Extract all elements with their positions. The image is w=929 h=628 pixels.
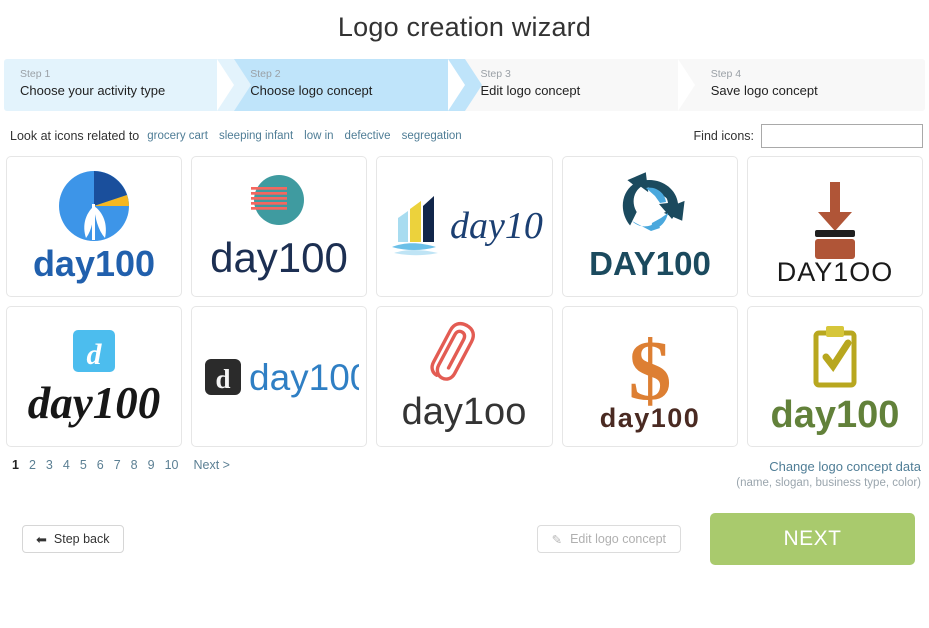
step-back-button[interactable]: ⬅ Step back xyxy=(22,525,124,553)
svg-text:day100: day100 xyxy=(770,394,899,436)
filter-row: Look at icons related to grocery cart sl… xyxy=(10,124,923,148)
edit-logo-concept-button[interactable]: ✎ Edit logo concept xyxy=(536,525,681,553)
search-input[interactable] xyxy=(761,124,923,148)
logo-preview-3: day100 xyxy=(392,195,544,255)
step-title: Save logo concept xyxy=(710,83,818,98)
svg-text:d: d xyxy=(87,338,103,371)
tag-defective[interactable]: defective xyxy=(345,130,391,142)
step-item-2[interactable]: Step 2 Choose logo concept xyxy=(234,59,482,111)
logo-preview-2: day100 xyxy=(210,174,348,281)
step-item-3[interactable]: Step 3 Edit logo concept xyxy=(464,59,712,111)
arrow-left-icon: ⬅ xyxy=(36,531,47,547)
page-10[interactable]: 10 xyxy=(165,458,179,472)
step-item-4[interactable]: Step 4 Save logo concept xyxy=(694,59,925,111)
logo-preview-8: day1oo xyxy=(402,321,527,433)
svg-text:day100: day100 xyxy=(33,243,155,284)
step-progress-bar: Step 1 Choose your activity type Step 2 … xyxy=(4,59,925,111)
step-title: Choose logo concept xyxy=(250,83,373,98)
footer-row: 1 2 3 4 5 6 7 8 9 10 Next > Change logo … xyxy=(12,458,921,491)
step-label: Step 4 xyxy=(710,68,742,80)
step-chevron-icon xyxy=(464,59,482,111)
svg-text:DAY100: DAY100 xyxy=(589,245,711,282)
edit-logo-concept-label: Edit logo concept xyxy=(570,532,666,546)
page-5[interactable]: 5 xyxy=(80,458,87,472)
step-label: Step 3 xyxy=(480,68,511,80)
step-chevron-gap xyxy=(217,59,235,111)
next-page-link[interactable]: Next > xyxy=(193,458,229,472)
svg-text:DAY1OO: DAY1OO xyxy=(777,257,894,286)
logo-tile-1[interactable]: day100 xyxy=(6,156,183,297)
step-label: Step 1 xyxy=(20,68,51,80)
pencil-icon: ✎ xyxy=(551,532,563,547)
tag-list: grocery cart sleeping infant low in defe… xyxy=(147,130,461,142)
svg-text:day100: day100 xyxy=(28,378,160,428)
page-2[interactable]: 2 xyxy=(29,458,36,472)
find-icons-label: Find icons: xyxy=(693,129,754,143)
svg-text:day1oo: day1oo xyxy=(402,391,527,433)
svg-text:d: d xyxy=(216,364,231,394)
filter-label: Look at icons related to xyxy=(10,129,140,143)
logo-preview-6: d day100 xyxy=(28,329,160,428)
step-chevron-icon xyxy=(694,59,712,111)
logo-tile-6[interactable]: d day100 xyxy=(6,306,183,447)
logo-tile-5[interactable]: DAY1OO xyxy=(746,156,923,297)
step-back-label: Step back xyxy=(53,532,110,546)
logo-tile-9[interactable]: $ day100 xyxy=(561,306,738,447)
find-icons-group: Find icons: xyxy=(694,124,923,148)
logo-grid: day100 day100 day100 xyxy=(6,156,923,447)
tag-segregation[interactable]: segregation xyxy=(402,130,462,142)
logo-tile-2[interactable]: day100 xyxy=(191,156,368,297)
logo-preview-9: $ day100 xyxy=(599,322,700,433)
step-chevron-gap xyxy=(447,59,465,111)
page-6[interactable]: 6 xyxy=(97,458,104,472)
logo-tile-7[interactable]: d day100 xyxy=(191,306,368,447)
tag-grocery-cart[interactable]: grocery cart xyxy=(147,130,208,142)
page-8[interactable]: 8 xyxy=(131,458,138,472)
page-9[interactable]: 9 xyxy=(148,458,155,472)
page-1[interactable]: 1 xyxy=(12,458,19,472)
step-item-1[interactable]: Step 1 Choose your activity type xyxy=(4,59,252,111)
step-chevron-gap xyxy=(677,59,695,111)
svg-text:day100: day100 xyxy=(249,357,359,398)
logo-tile-4[interactable]: DAY100 xyxy=(561,156,738,297)
tag-low-in[interactable]: low in xyxy=(304,130,333,142)
step-title: Choose your activity type xyxy=(20,83,166,98)
logo-preview-1: day100 xyxy=(33,170,155,284)
svg-text:day100: day100 xyxy=(450,205,544,247)
logo-tile-10[interactable]: day100 xyxy=(746,306,923,447)
page-title: Logo creation wizard xyxy=(337,12,592,42)
logo-tile-3[interactable]: day100 xyxy=(376,156,553,297)
svg-text:day100: day100 xyxy=(210,234,348,281)
page-7[interactable]: 7 xyxy=(114,458,121,472)
logo-preview-7: d day100 xyxy=(205,357,359,398)
logo-preview-5: DAY1OO xyxy=(777,181,894,286)
pagination: 1 2 3 4 5 6 7 8 9 10 Next > xyxy=(12,458,230,472)
logo-preview-10: day100 xyxy=(770,325,899,436)
page-3[interactable]: 3 xyxy=(46,458,53,472)
step-label: Step 2 xyxy=(250,68,281,80)
logo-preview-4: DAY100 xyxy=(589,171,711,282)
change-logo-concept-sub: (name, slogan, business type, color) xyxy=(736,477,921,489)
logo-tile-8[interactable]: day1oo xyxy=(376,306,553,447)
next-button[interactable]: NEXT xyxy=(710,513,915,565)
step-title: Edit logo concept xyxy=(480,83,581,98)
page-4[interactable]: 4 xyxy=(63,458,70,472)
change-concept-block: Change logo concept data (name, slogan, … xyxy=(736,458,921,491)
change-logo-concept-link[interactable]: Change logo concept data xyxy=(736,458,921,475)
svg-text:day100: day100 xyxy=(599,403,700,433)
tag-sleeping-infant[interactable]: sleeping infant xyxy=(219,130,293,142)
step-chevron-icon xyxy=(234,59,252,111)
action-bar: ⬅ Step back ✎ Edit logo concept NEXT xyxy=(22,513,915,565)
